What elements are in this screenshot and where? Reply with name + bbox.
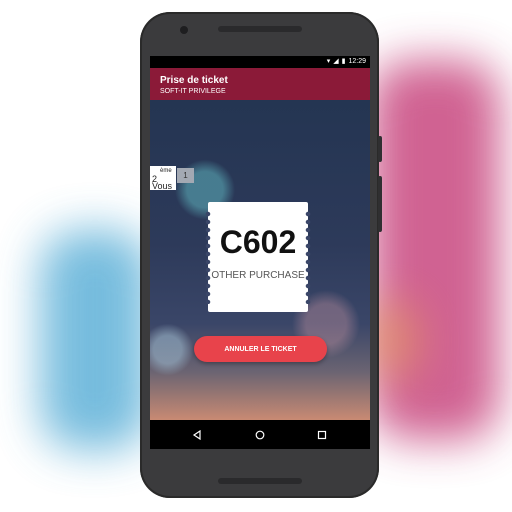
app-title: Prise de ticket (160, 75, 228, 86)
queue-count-badge: 1 (177, 168, 194, 183)
wifi-icon: ▾ (326, 58, 331, 65)
battery-icon: ▮ (341, 58, 346, 65)
phone-screen: ▾ ◢ ▮ 12:29 Prise de ticket SOFT-IT PRIV… (150, 56, 370, 449)
ticket-content: 2 ème Vous 1 C602 OTHER PURCHASE ANNULER… (150, 100, 370, 420)
ticket-number: C602 (219, 224, 297, 260)
status-time: 12:29 (348, 58, 366, 65)
status-bar: ▾ ◢ ▮ 12:29 (150, 56, 370, 68)
signal-icon: ◢ (333, 58, 339, 65)
queue-position-label: Vous (152, 181, 173, 191)
queue-position: 2 ème Vous (150, 166, 176, 191)
queue-indicator: 2 ème Vous 1 (150, 166, 194, 191)
cancel-ticket-button[interactable]: ANNULER LE TICKET (194, 336, 327, 362)
background-blur-right (370, 60, 500, 440)
queue-position-suffix: ème (160, 168, 172, 174)
front-camera (180, 26, 188, 34)
app-bar: Prise de ticket SOFT-IT PRIVILEGE (150, 68, 370, 100)
top-speaker (218, 26, 302, 32)
volume-button (378, 176, 382, 232)
back-icon[interactable] (190, 428, 204, 442)
power-button (378, 136, 382, 162)
bottom-speaker (218, 478, 302, 484)
recent-apps-icon[interactable] (315, 428, 329, 442)
navigation-bar (150, 420, 370, 449)
ticket-card: C602 OTHER PURCHASE (205, 202, 311, 312)
home-icon[interactable] (253, 428, 267, 442)
background-blur-left (40, 230, 150, 450)
app-subtitle: SOFT-IT PRIVILEGE (160, 88, 226, 95)
ticket-service: OTHER PURCHASE (211, 270, 305, 281)
